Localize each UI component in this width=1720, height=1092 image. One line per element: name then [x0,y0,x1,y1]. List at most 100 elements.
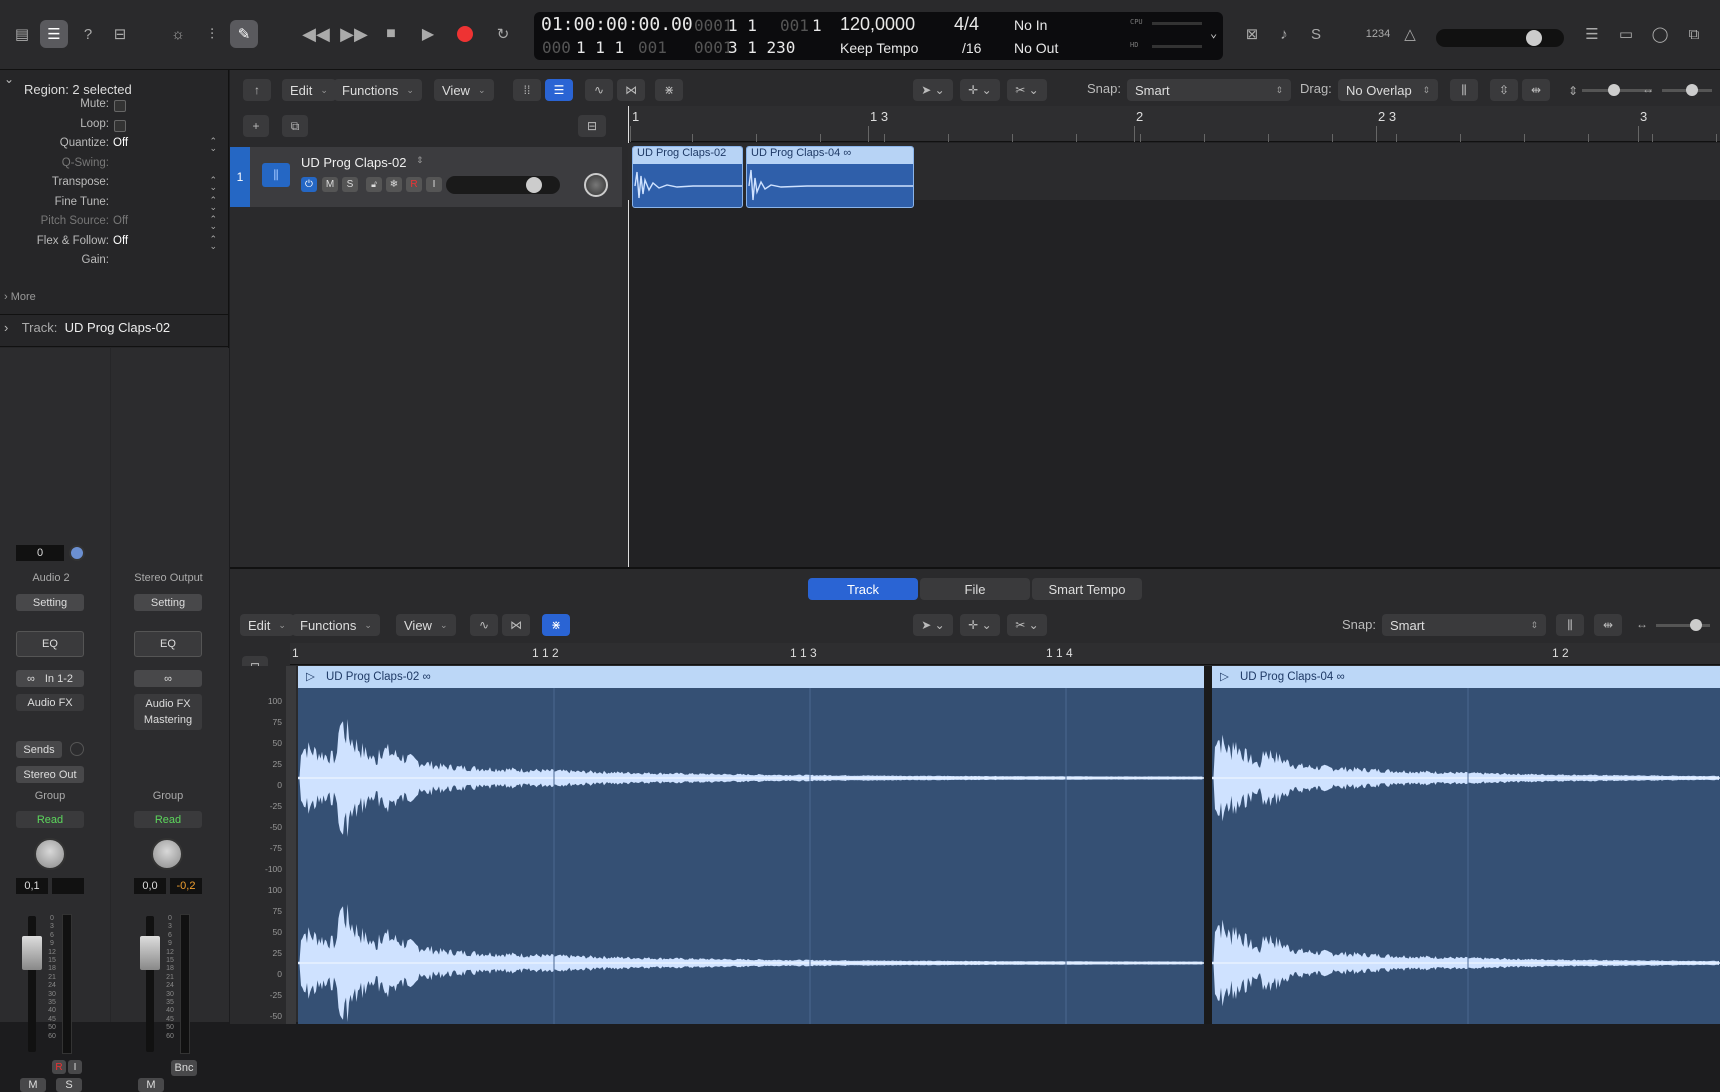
catch-icon[interactable]: ⋇ [542,614,570,636]
audio-fx-slot[interactable]: Audio FX Mastering [134,694,202,730]
time-signature[interactable]: 4/4 [954,14,979,35]
solo-button[interactable]: S [56,1078,82,1092]
tab-file[interactable]: File [920,578,1030,600]
editor-ruler[interactable]: 1 1 1 2 1 1 3 1 1 4 1 2 [290,643,1720,665]
track-header[interactable]: 1 ⫼ UD Prog Claps-02 ⇕ ⏻ M S 🔓︎ ❄ R I [230,147,622,207]
record-button[interactable] [451,20,479,48]
bounce-button[interactable]: Bnc [171,1060,197,1076]
toolbar-toggle-icon[interactable]: ⊟ [106,20,134,48]
automation-mode[interactable]: Read [134,811,202,828]
tempo-value[interactable]: 120,0000 [840,14,915,35]
mute-button[interactable]: M [138,1078,164,1092]
waveform-display[interactable]: ▷ UD Prog Claps-02 ∞ ▷ UD Prog Claps-04 ∞ [298,666,1720,1024]
inspector-row[interactable]: Gain: [0,254,229,273]
input-gain-knob[interactable] [69,545,85,561]
strip-value-box[interactable]: 0 [16,545,64,561]
eq-button[interactable]: EQ [16,631,84,657]
mixer-icon[interactable]: ⫶ [198,20,226,48]
catch-icon[interactable]: ⋇ [655,79,683,101]
pointer-tool-icon[interactable]: ➤ ⌄ [913,614,953,636]
editor-region[interactable]: ▷ UD Prog Claps-02 ∞ [298,666,1204,1024]
mute-button[interactable]: M [20,1078,46,1092]
bar-ruler[interactable]: 1 1 3 2 2 3 3 [628,106,1720,142]
editor-functions-menu[interactable]: Functions ⌄ [292,614,380,636]
more-disclosure[interactable]: › More [4,291,36,303]
browsers-icon[interactable]: ⧉ [1680,20,1708,48]
inspector-checkbox[interactable] [114,119,126,132]
pencil-tool-icon[interactable]: ✛ ⌄ [960,79,1000,101]
inspector-row[interactable]: Quantize: Off ⌃ ⌄ [0,137,229,156]
region-play-icon[interactable]: ▷ [1220,666,1229,688]
record-enable-button[interactable]: R [52,1060,66,1074]
replace-icon[interactable]: ⊠ [1238,20,1266,48]
updown-icon[interactable]: ⌃ ⌄ [209,176,217,192]
updown-icon[interactable]: ⌃ ⌄ [209,195,217,211]
waveform-zoom-icon[interactable]: ⫼ [1556,614,1584,636]
lock-icon[interactable]: 🔓︎ [366,177,382,192]
editor-zoom-slider[interactable] [1656,619,1710,631]
group-slot[interactable]: Group [134,790,202,802]
inspector-row[interactable]: Mute: [0,98,229,117]
editor-edit-menu[interactable]: Edit ⌄ [240,614,294,636]
scissors-tool-icon[interactable]: ✂ ⌄ [1007,614,1047,636]
inspector-row[interactable]: Pitch Source: Off ⌃ ⌄ [0,215,229,234]
pointer-tool-icon[interactable]: ➤ ⌄ [913,79,953,101]
functions-menu[interactable]: Functions ⌄ [334,79,422,101]
lcd-chevron-down-icon[interactable]: ⌄ [1210,26,1217,40]
note-pad-icon[interactable]: ▭ [1612,20,1640,48]
region[interactable]: UD Prog Claps-02 [632,146,743,208]
editor-snap-select[interactable]: Smart ⇕ [1382,614,1546,636]
snap-select[interactable]: Smart ⇕ [1127,79,1291,101]
send-knob[interactable] [70,742,84,756]
inspector-row-value[interactable]: Off [113,137,128,149]
setting-button[interactable]: Setting [16,594,84,611]
track-inspector-header[interactable]: › Track: UD Prog Claps-02 [4,320,224,342]
inspector-row[interactable]: Q-Swing: [0,157,229,176]
track-name[interactable]: UD Prog Claps-02 [301,155,407,170]
automation-mode[interactable]: Read [16,811,84,828]
audio-fx-slot[interactable]: Audio FX [16,694,84,711]
inspector-row[interactable]: Fine Tune: ⌃ ⌄ [0,195,229,215]
pan-knob[interactable] [34,838,66,870]
mastering-plugin[interactable]: Mastering [144,712,192,728]
edit-menu[interactable]: Edit ⌄ [282,79,336,101]
track-pan-knob[interactable] [584,173,608,197]
input-button[interactable]: ∞ In 1-2 [16,670,84,687]
tuner-icon[interactable]: ♪ [1270,20,1298,48]
quick-help-icon[interactable]: ? [74,20,102,48]
track-record-button[interactable]: R [406,177,422,192]
track-power-icon[interactable]: ⏻ [301,177,317,192]
metronome-icon[interactable]: △ [1396,20,1424,48]
volume-value[interactable]: 0,1 [16,878,48,894]
horizontal-fit-icon[interactable]: ⇹ [1594,614,1622,636]
output-slot[interactable]: Stereo Out [16,766,84,783]
updown-icon[interactable]: ⌃ ⌄ [209,137,217,153]
input-monitor-button[interactable]: I [68,1060,82,1074]
tracks-timeline[interactable]: 1 1 3 2 2 3 3 UD Prog Claps-02 UD Prog Claps… [628,106,1720,567]
horizontal-fit-icon[interactable]: ⇹ [1522,79,1550,101]
tab-track[interactable]: Track [808,578,918,600]
track-input-button[interactable]: I [426,177,442,192]
smart-controls-icon[interactable]: ☼ [164,20,192,48]
tempo-mode[interactable]: Keep Tempo [840,40,918,56]
inspector-row-value[interactable]: Off [113,215,128,227]
scissors-tool-icon[interactable]: ✂ ⌄ [1007,79,1047,101]
inspector-row[interactable]: Loop: [0,118,229,137]
pencil-tool-icon[interactable]: ✛ ⌄ [960,614,1000,636]
automation-icon[interactable]: ∿ [585,79,613,101]
play-icon[interactable]: ▶ [414,20,442,48]
updown-icon[interactable]: ⌃ ⌄ [209,234,217,250]
list-editors-icon[interactable]: ☰ [1578,20,1606,48]
stop-icon[interactable]: ■ [377,20,405,48]
editors-pencil-icon[interactable]: ✎ [230,20,258,48]
add-track-button[interactable]: + [243,115,269,137]
fast-forward-icon[interactable]: ▶▶ [340,20,368,48]
drag-select[interactable]: No Overlap ⇕ [1338,79,1438,101]
solo-mode-icon[interactable]: S [1302,20,1330,48]
inspector-row[interactable]: Flex & Follow: Off ⌃ ⌄ [0,234,229,254]
horizontal-zoom-slider[interactable] [1662,84,1712,96]
inspector-row-value[interactable]: Off [113,235,128,247]
division[interactable]: /16 [962,40,981,56]
grid-view-icon[interactable]: ⁞⁞ [513,79,541,101]
list-view-icon[interactable]: ☰ [545,79,573,101]
